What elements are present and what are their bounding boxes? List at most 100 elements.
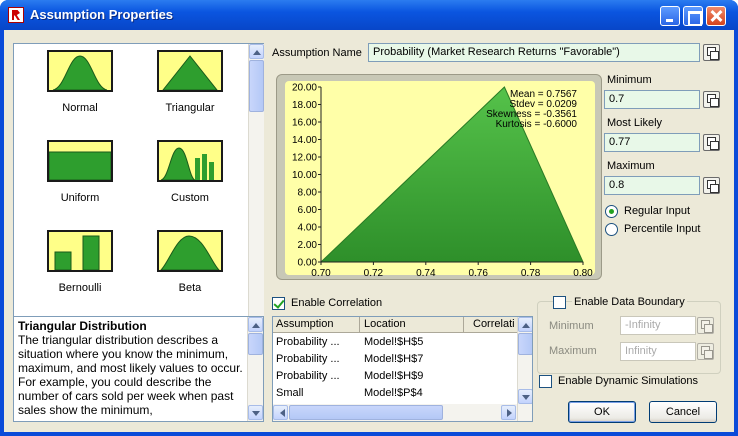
gallery-item-label: Custom — [171, 192, 209, 204]
link-most-likely-icon[interactable] — [703, 134, 720, 151]
percentile-input-label: Percentile Input — [624, 223, 701, 235]
column-header-assumption[interactable]: Assumption — [276, 318, 333, 330]
gallery-item-beta[interactable]: Beta — [142, 230, 238, 294]
link-minimum-icon[interactable] — [703, 91, 720, 108]
ok-button[interactable]: OK — [568, 401, 636, 423]
boundary-maximum-field[interactable]: Infinity — [620, 342, 696, 361]
close-button[interactable] — [706, 6, 726, 26]
scroll-up-icon[interactable] — [248, 317, 263, 332]
y-tick-label: 8.00 — [298, 188, 318, 199]
gallery-item-bernoulli[interactable]: Bernoulli — [32, 230, 128, 294]
column-header-location[interactable]: Location — [364, 318, 406, 330]
assumption-name-label: Assumption Name — [272, 47, 362, 59]
assumption-name-field[interactable]: Probability (Market Research Returns "Fa… — [368, 43, 700, 62]
y-tick-label: 12.00 — [292, 153, 317, 164]
uniform-distribution-icon — [47, 140, 113, 182]
most-likely-field[interactable]: 0.77 — [604, 133, 700, 152]
row-assumption: Probability ... — [276, 353, 340, 365]
data-boundary-group — [537, 301, 721, 374]
scroll-down-icon[interactable] — [518, 389, 532, 404]
gallery-scrollbar[interactable] — [248, 44, 264, 338]
copy-name-icon[interactable] — [703, 44, 720, 61]
row-location: Model!$H$7 — [364, 353, 424, 365]
x-tick-label: 0.74 — [416, 268, 436, 279]
link-boundary-minimum-icon[interactable] — [697, 317, 714, 334]
chart-canvas: 0.00 2.00 4.00 6.00 8.00 10.00 12.00 14.00 16.00… — [285, 81, 595, 279]
gallery-item-label: Beta — [178, 282, 202, 294]
gallery-item-label: Uniform — [60, 192, 100, 204]
boundary-maximum-label: Maximum — [549, 345, 597, 357]
scroll-thumb[interactable] — [249, 60, 264, 112]
gallery-item-normal[interactable]: Normal — [32, 50, 128, 114]
link-boundary-maximum-icon[interactable] — [697, 343, 714, 360]
gallery-item-label: Triangular — [165, 102, 215, 114]
gallery-item-uniform[interactable]: Uniform — [32, 140, 128, 204]
row-location: Model!$H$9 — [364, 370, 424, 382]
cancel-button[interactable]: Cancel — [649, 401, 717, 423]
table-row[interactable]: Probability ... Model!$H$5 — [273, 334, 517, 352]
x-tick-label: 0.80 — [573, 268, 593, 279]
scroll-right-icon[interactable] — [501, 405, 516, 420]
y-tick-label: 14.00 — [292, 135, 317, 146]
table-row[interactable]: Probability ... Model!$H$7 — [273, 351, 517, 369]
percentile-input-radio[interactable] — [605, 223, 618, 236]
table-hscrollbar[interactable] — [273, 404, 517, 421]
enable-dynamic-simulations-label: Enable Dynamic Simulations — [558, 375, 699, 387]
y-tick-label: 2.00 — [298, 240, 318, 251]
scroll-thumb[interactable] — [248, 333, 263, 355]
scroll-thumb[interactable] — [518, 333, 532, 355]
column-header-correlation[interactable]: Correlati — [473, 318, 515, 330]
y-tick-label: 6.00 — [298, 205, 318, 216]
scroll-up-icon[interactable] — [518, 317, 532, 332]
x-tick-label: 0.72 — [364, 268, 384, 279]
row-assumption: Small — [276, 387, 304, 399]
description-title: Triangular Distribution — [18, 319, 147, 333]
scroll-left-icon[interactable] — [273, 405, 288, 420]
regular-input-label: Regular Input — [624, 205, 691, 217]
most-likely-label: Most Likely — [607, 117, 663, 129]
link-maximum-icon[interactable] — [703, 177, 720, 194]
enable-correlation-label: Enable Correlation — [291, 297, 383, 309]
gallery-item-triangular[interactable]: Triangular — [142, 50, 238, 114]
regular-input-radio[interactable] — [605, 205, 618, 218]
gallery-item-custom[interactable]: Custom — [142, 140, 238, 204]
distribution-gallery: Normal Triangular Uniform Custom Bernoul… — [13, 43, 264, 339]
boundary-minimum-field[interactable]: -Infinity — [620, 316, 696, 335]
gallery-item-label: Normal — [62, 102, 98, 114]
stat-kurtosis: Kurtosis = -0.6000 — [496, 119, 578, 130]
scroll-down-icon[interactable] — [248, 405, 263, 420]
minimize-button[interactable] — [660, 6, 680, 26]
y-tick-label: 18.00 — [292, 100, 317, 111]
minimum-label: Minimum — [607, 74, 652, 86]
row-assumption: Probability ... — [276, 336, 340, 348]
row-location: Model!$H$5 — [364, 336, 424, 348]
scroll-up-icon[interactable] — [249, 44, 264, 59]
x-tick-label: 0.78 — [521, 268, 541, 279]
scroll-thumb[interactable] — [289, 405, 443, 420]
maximum-label: Maximum — [607, 160, 655, 172]
triangular-distribution-icon — [157, 50, 223, 92]
enable-dynamic-simulations-checkbox[interactable] — [539, 375, 552, 388]
enable-data-boundary-checkbox[interactable] — [553, 296, 566, 309]
maximize-button[interactable] — [683, 6, 703, 26]
description-scrollbar[interactable] — [247, 317, 263, 421]
y-tick-label: 16.00 — [292, 118, 317, 129]
enable-data-boundary-label: Enable Data Boundary — [572, 296, 687, 308]
x-tick-label: 0.70 — [311, 268, 331, 279]
description-text: The triangular distribution describes a … — [18, 333, 243, 417]
enable-correlation-checkbox[interactable] — [272, 297, 285, 310]
y-tick-label: 10.00 — [292, 170, 317, 181]
title-bar[interactable]: Assumption Properties — [0, 0, 738, 30]
beta-distribution-icon — [157, 230, 223, 272]
boundary-minimum-label: Minimum — [549, 320, 594, 332]
y-tick-label: 20.00 — [292, 83, 317, 94]
table-row[interactable]: Small Model!$P$4 — [273, 385, 517, 403]
table-row[interactable]: Probability ... Model!$H$9 — [273, 368, 517, 386]
window-title: Assumption Properties — [30, 7, 174, 22]
distribution-chart: 0.00 2.00 4.00 6.00 8.00 10.00 12.00 14.00 16.00… — [276, 74, 602, 280]
minimum-field[interactable]: 0.7 — [604, 90, 700, 109]
correlation-table: Assumption Location Correlati Probabilit… — [272, 316, 533, 422]
table-vscrollbar[interactable] — [517, 317, 532, 421]
maximum-field[interactable]: 0.8 — [604, 176, 700, 195]
custom-distribution-icon — [157, 140, 223, 182]
